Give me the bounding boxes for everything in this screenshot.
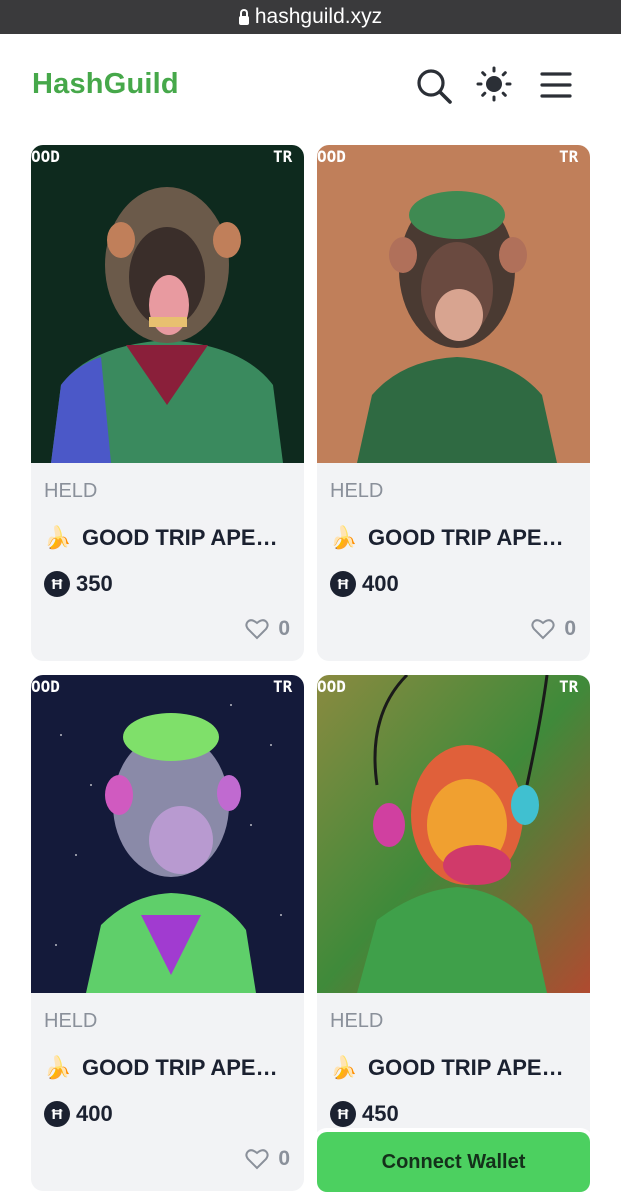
nft-title-text: GOOD TRIP APE… — [368, 1055, 564, 1080]
sun-icon[interactable] — [474, 66, 514, 106]
like-button[interactable]: 0 — [245, 1147, 290, 1171]
like-count: 0 — [278, 617, 290, 640]
price-amount: 450 — [362, 1101, 399, 1126]
price-amount: 400 — [362, 571, 399, 596]
hbar-icon: Ħ — [44, 571, 70, 597]
like-button[interactable]: 0 — [245, 617, 290, 641]
browser-url-bar[interactable]: hashguild.xyz — [0, 0, 621, 34]
nft-card[interactable]: OOD TR HELD 🍌 GOOD TRIP APE… Ħ 450 — [317, 675, 590, 1191]
menu-icon[interactable] — [536, 66, 576, 106]
site-header: HashGuild — [0, 34, 621, 138]
like-count: 0 — [278, 1147, 290, 1170]
art-overlay-right: TR — [273, 677, 293, 696]
nft-card[interactable]: OOD TR HELD 🍌 GOOD TRIP APE… Ħ 400 0 — [31, 675, 304, 1191]
nft-card[interactable]: OOD TR HELD 🍌 GOOD TRIP APE… Ħ 400 0 — [317, 145, 590, 661]
art-overlay-left: OOD — [317, 677, 346, 696]
heart-icon — [245, 1149, 269, 1170]
like-count: 0 — [564, 617, 576, 640]
banana-icon: 🍌 — [330, 1055, 358, 1080]
hbar-icon: Ħ — [44, 1101, 70, 1127]
nft-card[interactable]: OOD TR HELD 🍌 GOOD TRIP APE… Ħ 350 0 — [31, 145, 304, 661]
nft-image[interactable]: OOD TR — [31, 145, 304, 463]
status-label: HELD — [44, 1010, 98, 1032]
art-overlay-right: TR — [559, 677, 579, 696]
price: Ħ 450 — [330, 1101, 399, 1127]
price-amount: 350 — [76, 571, 113, 596]
nft-title[interactable]: 🍌 GOOD TRIP APE… — [44, 525, 278, 551]
art-overlay-left: OOD — [31, 677, 60, 696]
banana-icon: 🍌 — [44, 525, 72, 550]
hbar-icon: Ħ — [330, 571, 356, 597]
price-amount: 400 — [76, 1101, 113, 1126]
banana-icon: 🍌 — [330, 525, 358, 550]
nft-title-text: GOOD TRIP APE… — [368, 525, 564, 550]
art-overlay-right: TR — [559, 147, 579, 166]
connect-wallet-button[interactable]: Connect Wallet — [317, 1132, 590, 1192]
status-label: HELD — [330, 480, 384, 502]
nft-title[interactable]: 🍌 GOOD TRIP APE… — [44, 1055, 278, 1081]
price: Ħ 350 — [44, 571, 113, 597]
nft-title[interactable]: 🍌 GOOD TRIP APE… — [330, 525, 564, 551]
logo[interactable]: HashGuild — [32, 68, 179, 101]
status-label: HELD — [330, 1010, 384, 1032]
nft-title-text: GOOD TRIP APE… — [82, 525, 278, 550]
price: Ħ 400 — [44, 1101, 113, 1127]
search-icon[interactable] — [414, 66, 454, 106]
hbar-icon: Ħ — [330, 1101, 356, 1127]
art-overlay-left: OOD — [317, 147, 346, 166]
nft-image[interactable]: OOD TR — [317, 145, 590, 463]
banana-icon: 🍌 — [44, 1055, 72, 1080]
url-text: hashguild.xyz — [254, 5, 383, 28]
nft-title[interactable]: 🍌 GOOD TRIP APE… — [330, 1055, 564, 1081]
status-label: HELD — [44, 480, 98, 502]
nft-title-text: GOOD TRIP APE… — [82, 1055, 278, 1080]
nft-image[interactable]: OOD TR — [31, 675, 304, 993]
art-overlay-left: OOD — [31, 147, 60, 166]
heart-icon — [245, 619, 269, 640]
heart-icon — [531, 619, 555, 640]
lock-icon — [238, 8, 249, 25]
like-button[interactable]: 0 — [531, 617, 576, 641]
nft-image[interactable]: OOD TR — [317, 675, 590, 993]
art-overlay-right: TR — [273, 147, 293, 166]
price: Ħ 400 — [330, 571, 399, 597]
